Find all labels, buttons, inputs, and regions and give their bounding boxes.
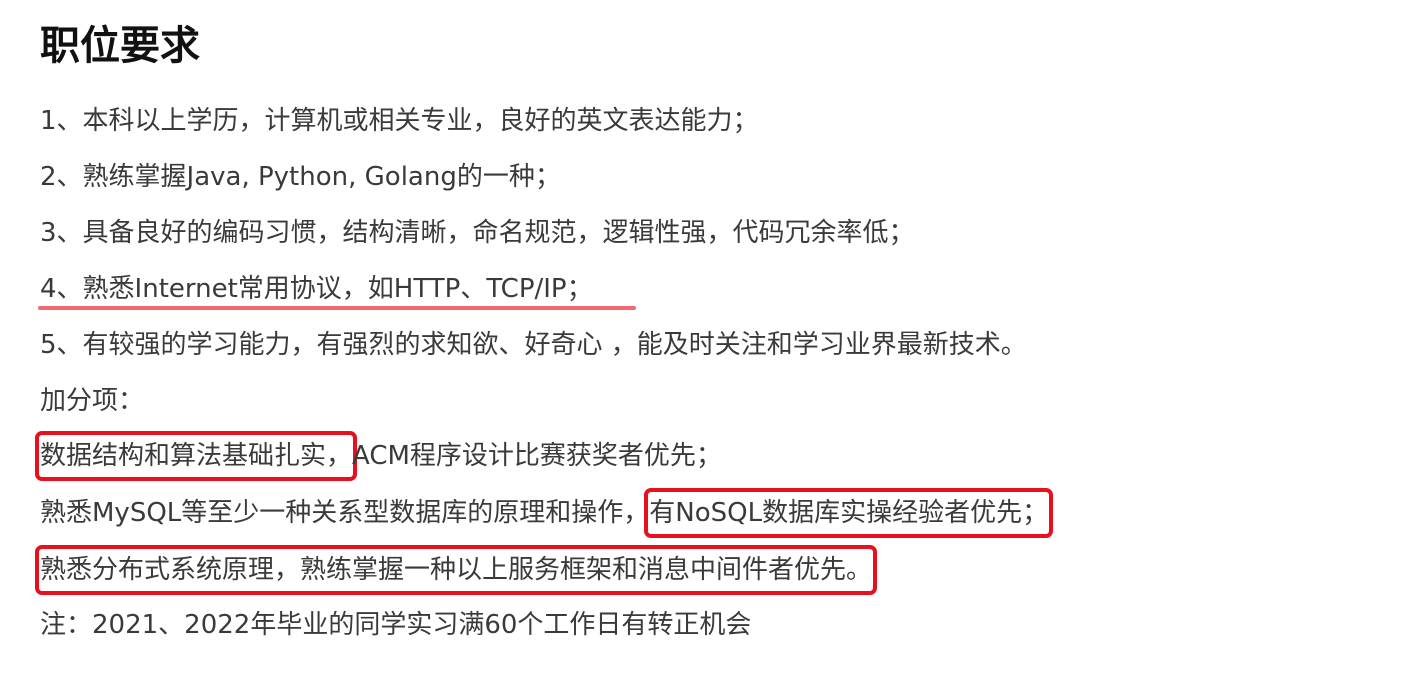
bonus-heading: 加分项： xyxy=(40,386,145,416)
bonus-item-2-highlight: 有NoSQL数据库实操经验者优先； xyxy=(644,488,1054,538)
bonus-item-1: 数据结构和算法基础扎实，ACM程序设计比赛获奖者优先； xyxy=(34,431,722,481)
requirement-item-4: 4、熟悉Internet常用协议，如HTTP、TCP/IP； xyxy=(40,274,593,304)
bonus-item-2: 熟悉MySQL等至少一种关系型数据库的原理和操作，有NoSQL数据库实操经验者优… xyxy=(40,488,1054,538)
requirement-item-3: 3、具备良好的编码习惯，结构清晰，命名规范，逻辑性强，代码冗余率低； xyxy=(40,218,915,248)
requirement-4-underline xyxy=(38,306,636,310)
note-text: 注：2021、2022年毕业的同学实习满60个工作日有转正机会 xyxy=(40,610,752,640)
bonus-item-2-text: 熟悉MySQL等至少一种关系型数据库的原理和操作， xyxy=(40,498,650,528)
bonus-item-1-text: ACM程序设计比赛获奖者优先； xyxy=(352,441,722,471)
requirement-item-5: 5、有较强的学习能力，有强烈的求知欲、好奇心 ，能及时关注和学习业界最新技术。 xyxy=(40,330,1027,360)
requirement-item-2: 2、熟练掌握Java, Python, Golang的一种； xyxy=(40,162,561,192)
page-title: 职位要求 xyxy=(40,23,200,69)
requirement-item-1: 1、本科以上学历，计算机或相关专业，良好的英文表达能力； xyxy=(40,106,759,136)
bonus-item-3: 熟悉分布式系统原理，熟练掌握一种以上服务框架和消息中间件者优先。 xyxy=(34,545,878,595)
bonus-item-3-highlight: 熟悉分布式系统原理，熟练掌握一种以上服务框架和消息中间件者优先。 xyxy=(34,545,878,595)
bonus-item-1-highlight: 数据结构和算法基础扎实， xyxy=(34,431,358,481)
